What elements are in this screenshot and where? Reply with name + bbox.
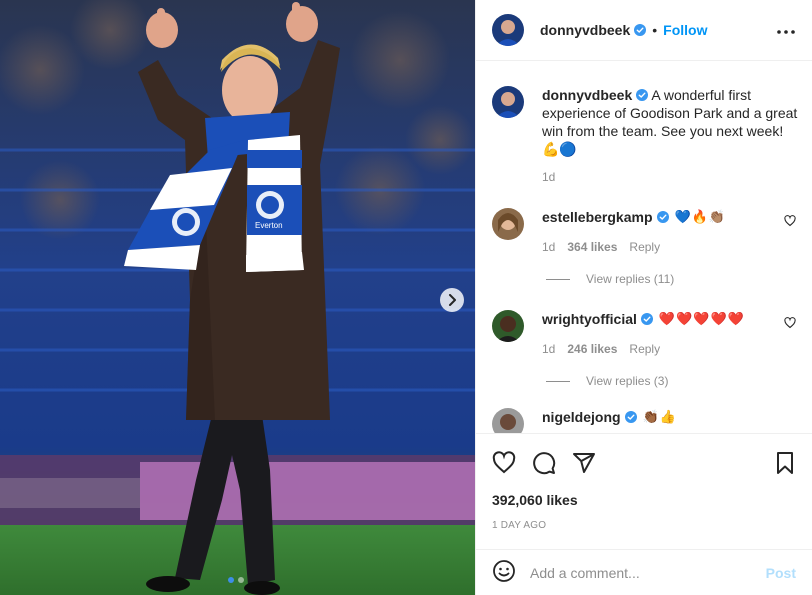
carousel-indicator	[228, 577, 244, 583]
svg-text:Everton: Everton	[255, 221, 283, 230]
add-comment-bar: Post	[476, 549, 812, 595]
comment-username[interactable]: nigeldejong	[542, 408, 621, 426]
reply-button[interactable]: Reply	[629, 342, 660, 356]
likes-count[interactable]: 392,060 likes	[492, 492, 796, 508]
commenter-avatar[interactable]	[492, 408, 524, 433]
heart-icon	[492, 450, 516, 473]
verified-badge-icon	[624, 411, 637, 423]
comment-time[interactable]: 1d	[542, 240, 555, 254]
avatar-image	[492, 408, 524, 433]
replies-divider	[546, 278, 570, 280]
avatar-image	[492, 310, 524, 342]
comment-text: 💙🔥👏🏽	[674, 209, 727, 224]
post-actions: 392,060 likes 1 DAY AGO	[476, 433, 812, 531]
heart-icon	[784, 317, 796, 329]
carousel-dot-active	[228, 577, 234, 583]
caption-username[interactable]: donnyvdbeek	[542, 87, 632, 103]
verified-badge-icon	[634, 24, 647, 36]
caption-time[interactable]: 1d	[542, 170, 804, 184]
comment-text: 👏🏾👍	[642, 409, 677, 424]
carousel-dot	[238, 577, 244, 583]
emoji-icon	[493, 560, 515, 582]
heart-icon	[784, 215, 796, 227]
more-horizontal-icon	[777, 30, 795, 34]
post-comment-button[interactable]: Post	[766, 565, 796, 581]
author-avatar[interactable]	[492, 14, 524, 46]
emoji-picker-button[interactable]	[492, 559, 516, 586]
comment-username[interactable]: wrightyofficial	[542, 310, 637, 328]
view-replies-label: View replies (11)	[586, 272, 675, 286]
like-comment-button[interactable]	[784, 214, 796, 230]
verified-badge-icon	[656, 211, 669, 223]
caption-emojis: 💪🔵	[542, 141, 577, 157]
post-photo: Everton	[0, 0, 475, 595]
comment-item: estellebergkamp 💙🔥👏🏽 1d 364 likes Reply	[492, 208, 796, 254]
view-replies-button[interactable]: View replies (3)	[546, 374, 796, 388]
view-replies-button[interactable]: View replies (11)	[546, 272, 796, 286]
post-time[interactable]: 1 DAY AGO	[492, 520, 796, 531]
comment-username[interactable]: estellebergkamp	[542, 208, 653, 226]
verified-badge-icon	[636, 89, 649, 101]
avatar-image	[492, 86, 524, 118]
comment-item: nigeldejong 👏🏾👍	[492, 408, 796, 433]
save-button[interactable]	[774, 451, 796, 478]
comment-item: wrightyofficial ❤️❤️❤️❤️❤️ 1d 246 likes …	[492, 310, 796, 356]
comment-input[interactable]	[530, 564, 766, 581]
comment-likes[interactable]: 246 likes	[567, 342, 617, 356]
post-header: donnyvdbeek • Follow	[476, 0, 812, 61]
like-comment-button[interactable]	[784, 316, 796, 332]
post-caption: donnyvdbeek A wonderful first experience…	[492, 62, 797, 184]
comment-time[interactable]: 1d	[542, 342, 555, 356]
post-sidebar: donnyvdbeek • Follow donnyvdbeek A wonde…	[475, 0, 812, 595]
header-separator: •	[652, 22, 658, 38]
bookmark-icon	[777, 451, 793, 474]
next-photo-button[interactable]	[440, 288, 464, 312]
comment-text: ❤️❤️❤️❤️❤️	[658, 311, 745, 326]
like-button[interactable]	[492, 450, 516, 478]
share-button[interactable]	[572, 451, 596, 478]
comment-icon	[533, 451, 556, 474]
share-icon	[573, 452, 595, 473]
reply-button[interactable]: Reply	[629, 240, 660, 254]
chevron-right-icon	[449, 294, 456, 306]
verified-badge-icon	[640, 313, 653, 325]
author-username[interactable]: donnyvdbeek	[540, 22, 630, 38]
avatar-image	[492, 14, 524, 46]
comment-button[interactable]	[532, 451, 556, 478]
avatar-image	[492, 208, 524, 240]
view-replies-label: View replies (3)	[586, 374, 669, 388]
author-avatar[interactable]	[492, 86, 524, 118]
follow-button[interactable]: Follow	[663, 22, 707, 38]
more-options-button[interactable]	[776, 22, 796, 38]
comment-likes[interactable]: 364 likes	[567, 240, 617, 254]
comments-list[interactable]: donnyvdbeek A wonderful first experience…	[476, 62, 812, 433]
replies-divider	[546, 380, 570, 382]
post-media[interactable]: Everton	[0, 0, 475, 595]
commenter-avatar[interactable]	[492, 208, 524, 240]
commenter-avatar[interactable]	[492, 310, 524, 342]
